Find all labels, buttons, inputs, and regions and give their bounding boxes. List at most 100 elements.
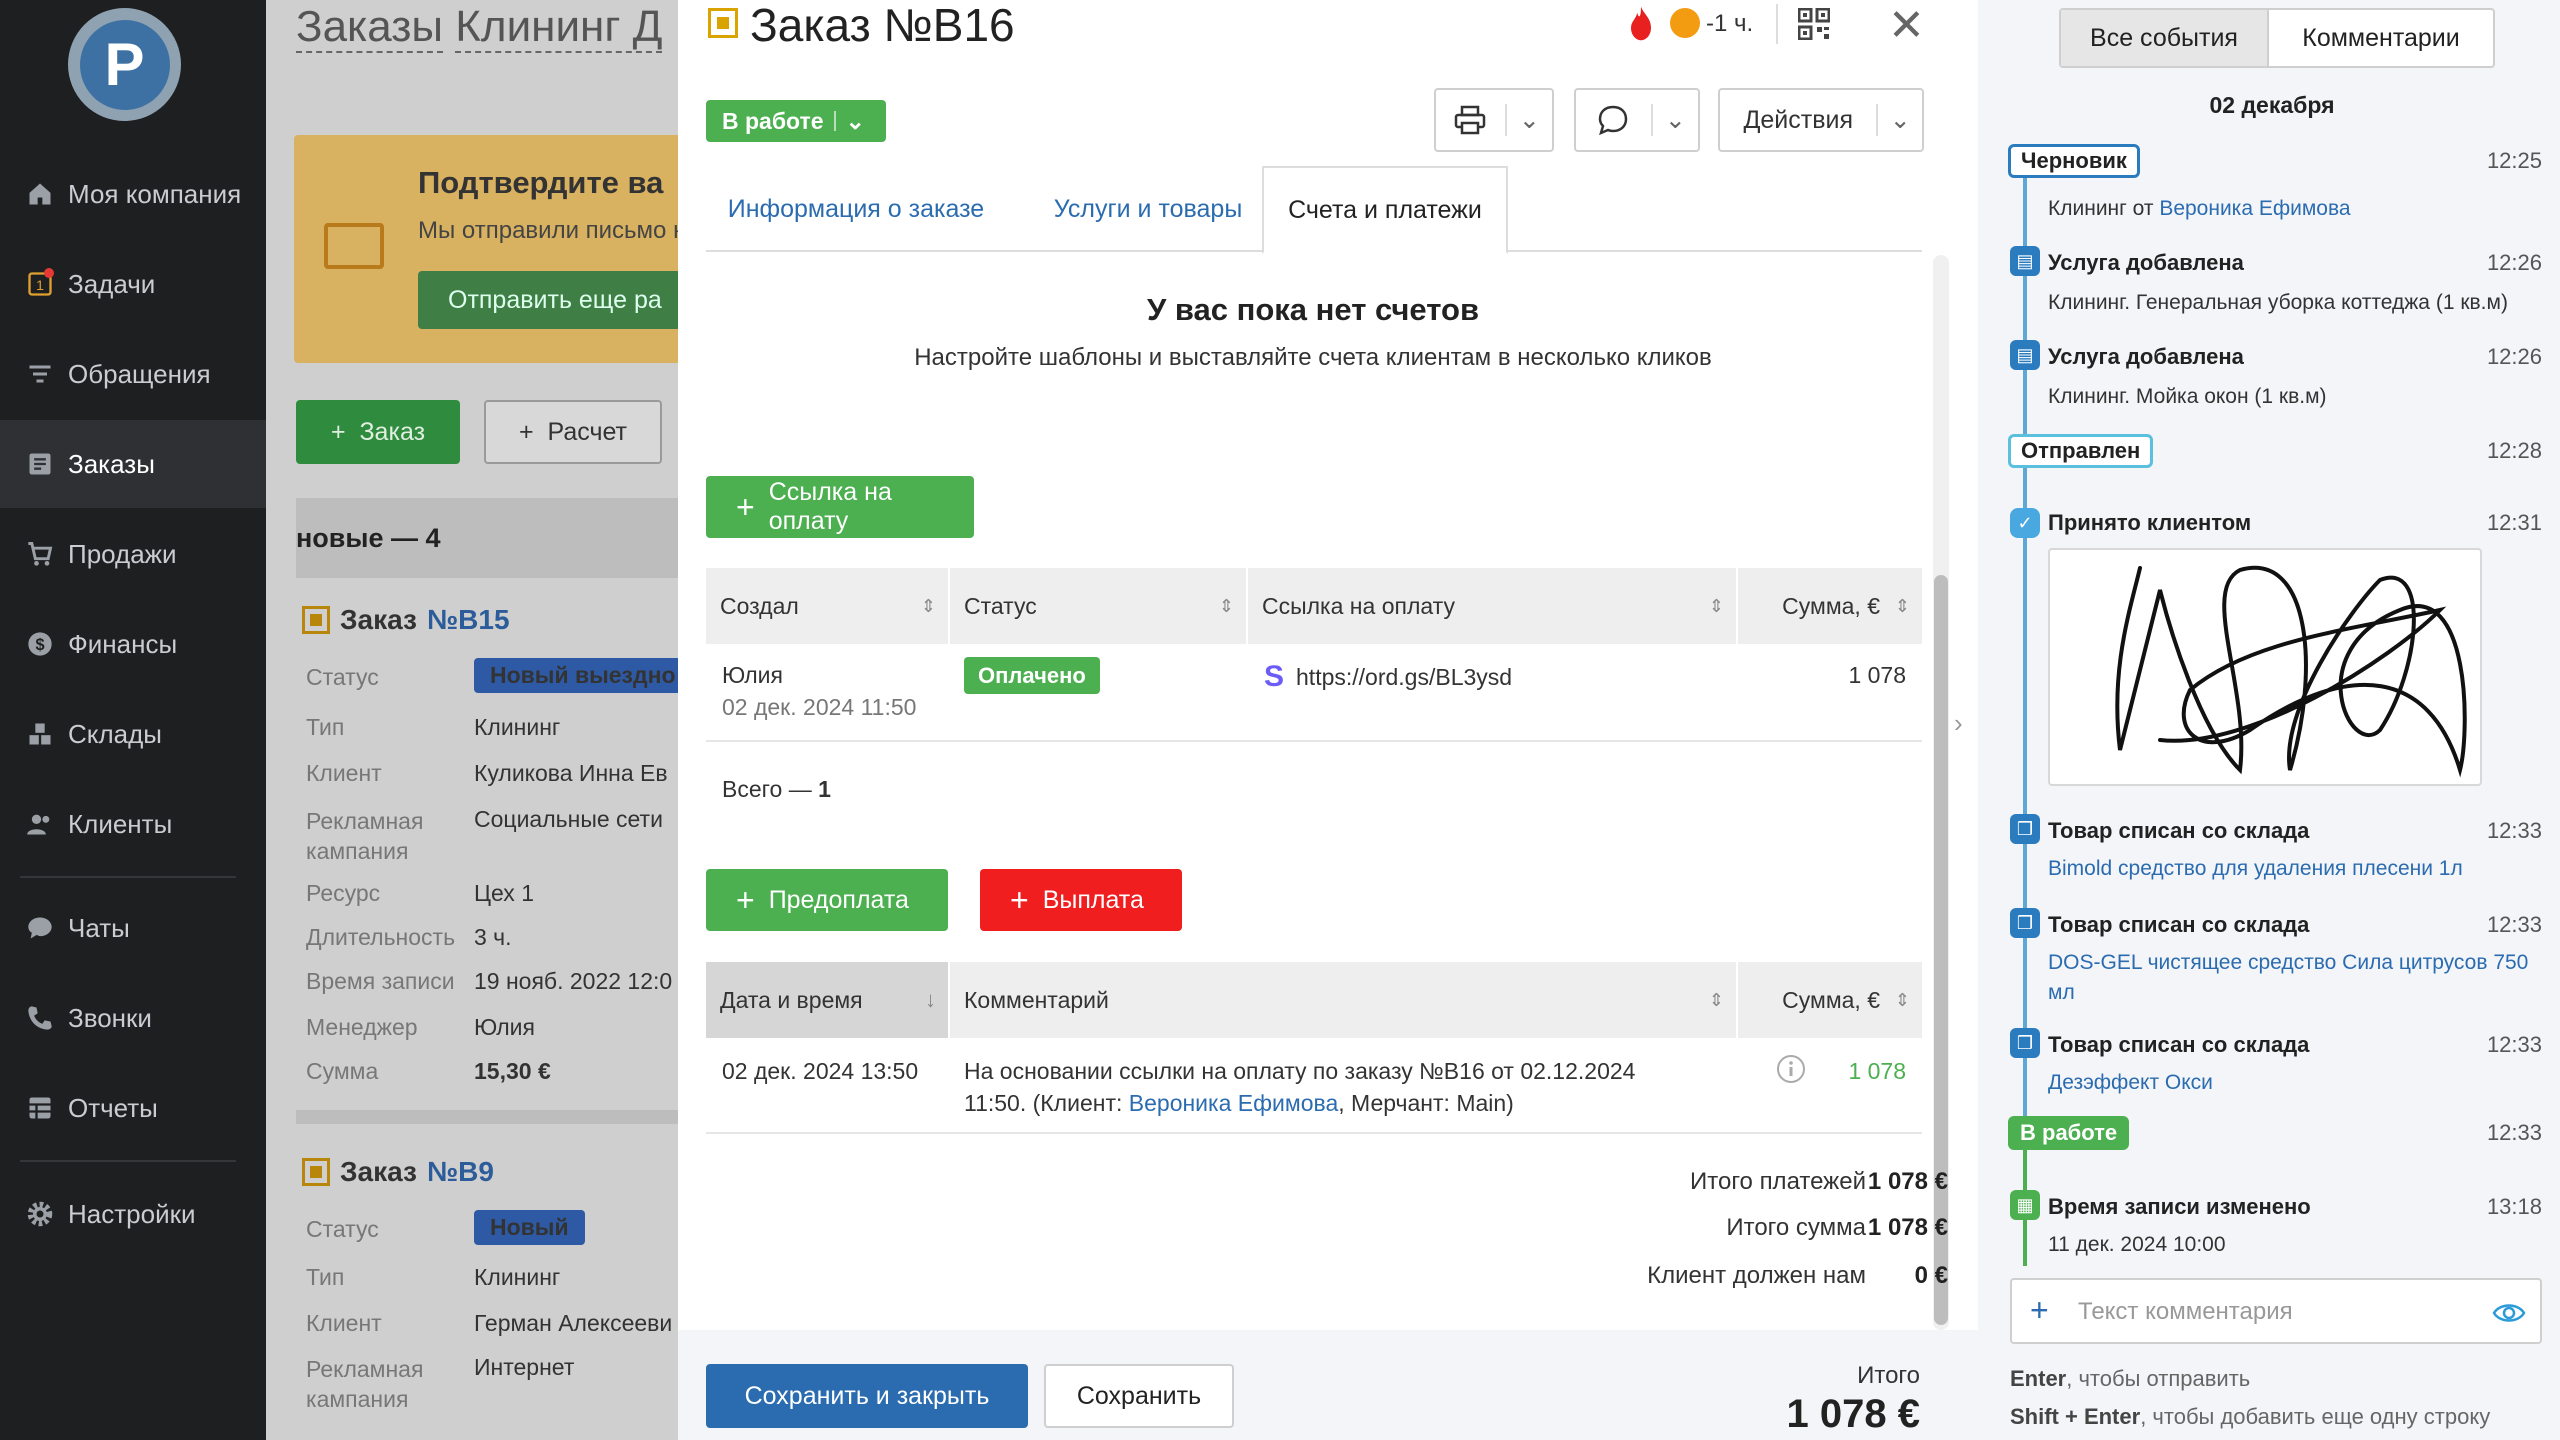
calendar-icon: ▦: [2010, 1190, 2040, 1220]
sidebar: P Моя компания 1 Задачи Обращения Заказы…: [0, 0, 266, 1440]
qr-code-icon[interactable]: [1797, 7, 1831, 41]
gear-icon: [20, 1194, 60, 1234]
product-link[interactable]: DOS-GEL чистящее средство Сила цитрусов …: [2048, 948, 2548, 1008]
client-owes-label: Клиент должен нам: [1647, 1262, 1866, 1289]
tab-invoices[interactable]: Счета и платежи: [1262, 166, 1508, 254]
payment-links-table: Создал ⇕ Статус ⇕ Ссылка на оплату ⇕ Сумма,…: [706, 568, 1922, 748]
sidebar-item-sales[interactable]: Продажи: [0, 510, 266, 598]
status-pill-sent: Отправлен: [2008, 434, 2154, 468]
sidebar-item-reports[interactable]: Отчеты: [0, 1064, 266, 1152]
payout-button[interactable]: + Выплата: [980, 869, 1182, 931]
confirm-email-banner: Подтвердите ва Мы отправили письмо н Отп…: [294, 135, 678, 363]
filter-icon: [20, 354, 60, 394]
app-logo[interactable]: P: [68, 8, 181, 121]
order-card-title[interactable]: Заказ №B15: [302, 604, 510, 636]
box-icon: ❒: [2010, 1028, 2040, 1058]
sidebar-item-label: Продажи: [68, 538, 177, 569]
plus-icon[interactable]: +: [2030, 1292, 2049, 1329]
order-card-title[interactable]: Заказ №B9: [302, 1156, 494, 1188]
prepayment-button[interactable]: + Предоплата: [706, 869, 948, 931]
client-link[interactable]: Вероника Ефимова: [1129, 1090, 1338, 1116]
sidebar-item-label: Обращения: [68, 358, 211, 389]
print-button[interactable]: ⌄: [1434, 88, 1554, 152]
event-desc: Клининг. Генеральная уборка коттеджа (1 …: [2048, 291, 2508, 314]
close-icon[interactable]: ✕: [1888, 0, 1925, 51]
comment-input[interactable]: + Текст комментария: [2010, 1278, 2542, 1344]
event-title: Услуга добавлена: [2048, 250, 2244, 275]
sidebar-divider: [20, 876, 236, 878]
column-header[interactable]: Дата и время ↓: [706, 962, 948, 1038]
actions-dropdown[interactable]: Действия ⌄: [1718, 88, 1924, 152]
dollar-icon: $: [20, 624, 60, 664]
chevron-down-icon: ⌄: [1518, 106, 1540, 134]
column-header[interactable]: Статус ⇕: [950, 568, 1246, 644]
resend-email-button[interactable]: Отправить еще ра: [418, 271, 678, 329]
sidebar-item-company[interactable]: Моя компания: [0, 150, 266, 238]
sidebar-item-label: Финансы: [68, 628, 178, 659]
info-icon[interactable]: [1776, 1054, 1806, 1090]
tab-comments[interactable]: Комментарии: [2269, 10, 2493, 66]
sidebar-item-orders[interactable]: Заказы: [0, 420, 266, 508]
sidebar-item-settings[interactable]: Настройки: [0, 1170, 266, 1258]
client-link[interactable]: Вероника Ефимова: [2159, 197, 2350, 220]
tab-order-info[interactable]: Информация о заказе: [706, 166, 1006, 252]
box-icon: ❒: [2010, 814, 2040, 844]
column-header[interactable]: Создал ⇕: [706, 568, 948, 644]
payment-link[interactable]: Shttps://ord.gs/BL3ysd: [1264, 660, 1512, 694]
sidebar-item-label: Задачи: [68, 268, 156, 299]
product-link[interactable]: Дезэффект Окси: [2048, 1068, 2548, 1098]
links-total: Всего — 1: [722, 776, 831, 802]
sidebar-item-requests[interactable]: Обращения: [0, 330, 266, 418]
svg-text:1: 1: [36, 277, 44, 293]
column-header[interactable]: Комментарий ⇕: [950, 962, 1736, 1038]
sort-icon: ⇕: [1894, 595, 1910, 616]
printer-icon: [1436, 105, 1505, 135]
client-signature[interactable]: [2048, 548, 2482, 786]
order-tabs: Информация о заказе Услуги и товары Счет…: [706, 166, 1922, 254]
empty-invoices-title: У вас пока нет счетов: [1146, 292, 1480, 327]
tab-all-events[interactable]: Все события: [2061, 10, 2269, 66]
creator-name: Юлия: [722, 662, 783, 688]
event-title: Услуга добавлена: [2048, 344, 2244, 369]
status-pill-draft: Черновик: [2008, 144, 2140, 178]
events-filter: Все события Комментарии: [2059, 8, 2495, 68]
event-title: Товар списан со склада: [2048, 818, 2310, 843]
product-link[interactable]: Bimold средство для удаления плесени 1л: [2048, 854, 2548, 884]
column-header[interactable]: Сумма, € ⇕: [1738, 962, 1922, 1038]
payment-comment: 11:50. (Клиент: Вероника Ефимова, Мерчан…: [964, 1090, 1514, 1116]
column-header[interactable]: Ссылка на оплату ⇕: [1248, 568, 1736, 644]
message-button[interactable]: ⌄: [1574, 88, 1700, 152]
sidebar-item-clients[interactable]: Клиенты: [0, 780, 266, 868]
status-pill-in-work: В работе: [2008, 1116, 2130, 1150]
tab-services[interactable]: Услуги и товары: [1032, 166, 1264, 252]
event-time: 12:28: [2486, 438, 2542, 463]
column-header[interactable]: Сумма, € ⇕: [1738, 568, 1922, 644]
total-payments-label: Итого платежей: [1690, 1168, 1866, 1195]
chevron-right-icon[interactable]: ›: [1954, 708, 1963, 739]
event-title: Товар списан со склада: [2048, 912, 2310, 937]
save-and-close-button[interactable]: Сохранить и закрыть: [706, 1364, 1028, 1428]
modal-header: Заказ №B16 -1 ч. ✕: [678, 0, 1978, 56]
add-order-button[interactable]: + Заказ: [296, 400, 460, 464]
payment-link-button[interactable]: + Ссылка на оплату: [706, 476, 974, 538]
reports-icon: [20, 1088, 60, 1128]
sidebar-item-label: Заказы: [68, 448, 155, 479]
event-time: 12:33: [2486, 1032, 2542, 1057]
sidebar-item-warehouses[interactable]: Склады: [0, 690, 266, 778]
save-button[interactable]: Сохранить: [1044, 1364, 1234, 1428]
footer-total-label: Итого: [1857, 1362, 1920, 1389]
filter-selector[interactable]: Клининг Д: [455, 2, 663, 53]
phone-icon: [20, 998, 60, 1038]
add-calc-button[interactable]: + Расчет: [484, 400, 662, 464]
status-dropdown[interactable]: В работе ⌄: [706, 100, 886, 142]
group-header: новые — 4: [296, 498, 678, 578]
sidebar-item-tasks[interactable]: 1 Задачи: [0, 240, 266, 328]
sidebar-item-finance[interactable]: $ Финансы: [0, 600, 266, 688]
modal-footer: Сохранить и закрыть Сохранить Итого 1 07…: [678, 1330, 1978, 1440]
cart-icon: [20, 534, 60, 574]
event-desc: Клининг от Вероника Ефимова: [2048, 197, 2351, 220]
sidebar-item-calls[interactable]: Звонки: [0, 974, 266, 1062]
card-divider: [296, 1110, 678, 1124]
eye-icon[interactable]: [2492, 1296, 2526, 1330]
sidebar-item-chats[interactable]: Чаты: [0, 884, 266, 972]
